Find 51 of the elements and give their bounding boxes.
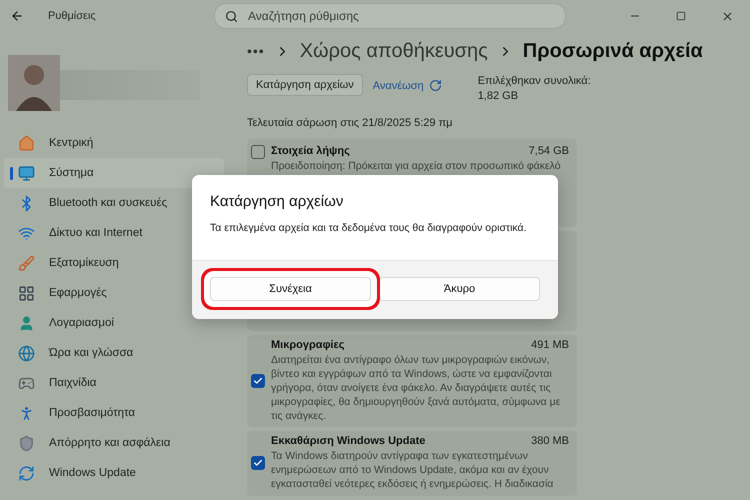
home-icon <box>18 134 35 152</box>
checkbox[interactable] <box>251 374 265 388</box>
apps-icon <box>18 284 35 302</box>
sidebar-item[interactable]: Παιχνίδια <box>4 368 224 398</box>
search-icon <box>225 10 238 22</box>
breadcrumb-item: Προσωρινά αρχεία <box>522 40 703 62</box>
check-icon <box>253 458 263 468</box>
category-description: Τα Windows διατηρούν αντίγραφα των εγκατεστημένων ενημερώσεων από το Windows Update, ακόμα και αν έχουν εγκατασταθεί νεότερες εκδόσεις ή ενημερώσεις. Η διαδικασία <box>271 449 554 492</box>
sidebar-item[interactable]: Κεντρική <box>4 128 224 158</box>
dialog-message: Τα επιλεγμένα αρχεία και τα δεδομένα τους θα διαγραφούν οριστικά. <box>210 222 528 234</box>
dialog-button[interactable]: Άκυρο <box>379 277 540 301</box>
category-size: 491 MB <box>531 338 569 351</box>
sidebar-item[interactable]: Προσβασιμότητα <box>4 398 224 428</box>
more-breadcrumb[interactable]: ••• <box>247 43 265 59</box>
back-icon[interactable] <box>10 9 24 23</box>
dialog-title: Κατάργηση αρχείων <box>210 193 344 210</box>
shield-icon <box>18 434 35 452</box>
total-label: Επιλέχθηκαν συνολικά: <box>478 74 591 89</box>
category-name: Εκκαθάριση Windows Update <box>271 435 426 448</box>
remove-files-button[interactable]: Κατάργηση αρχείων <box>247 74 363 96</box>
sidebar-item[interactable]: Σύστημα <box>4 158 224 188</box>
brush-icon <box>18 254 35 272</box>
sidebar-item[interactable]: Windows Update <box>4 458 224 488</box>
sidebar-item[interactable]: Εξατομίκευση <box>4 248 224 278</box>
sidebar-item[interactable]: Απόρρητο και ασφάλεια <box>4 428 224 458</box>
refresh-icon <box>428 79 442 92</box>
checkbox[interactable] <box>251 145 265 159</box>
search-field[interactable]: Αναζήτηση ρύθμισης <box>246 8 555 24</box>
last-scan-text: Τελευταία σάρωση στις 21/8/2025 5:29 πμ <box>247 117 454 129</box>
category-size: 380 MB <box>531 435 569 448</box>
sidebar-item[interactable]: Ώρα και γλώσσα <box>4 338 224 368</box>
avatar <box>8 55 60 111</box>
category-name: Μικρογραφίες <box>271 338 344 351</box>
close-icon <box>720 10 734 22</box>
refresh-link[interactable]: Ανανέωση <box>372 79 442 92</box>
total-value: 1,82 GB <box>478 89 520 104</box>
sync-icon <box>18 464 35 482</box>
category-description: Προειδοποίηση: Πρόκειται για αρχεία στον προσωπικό φάκελό <box>271 159 562 173</box>
person-icon <box>18 314 35 332</box>
window-title: Ρυθμίσεις <box>48 10 97 22</box>
breadcrumb-item[interactable]: Χώρος αποθήκευσης <box>300 40 488 62</box>
check-icon <box>253 376 263 386</box>
category-name: Στοιχεία λήψης <box>271 145 350 157</box>
search-box[interactable]: Αναζήτηση ρύθμισης <box>214 3 566 29</box>
checkbox[interactable] <box>251 456 265 470</box>
category-description: Διατηρείται ένα αντίγραφο όλων των μικρογραφιών εικόνων, βίντεο και εγγράφων από τα Windows, ώστε να εμφανίζονται γρήγορα, όταν ανοίγετε ένα φάκελο. Αν διαγράψετε αυτές τις μικρογραφίες, θα δημιουργηθούν ξανά αυτόματα, σύμφωνα με τις ανάγκες. <box>271 352 562 423</box>
maximize-icon <box>676 11 686 21</box>
monitor-icon <box>18 164 35 182</box>
sidebar-item[interactable]: Λογαριασμοί <box>4 308 224 338</box>
category-size: 7,54 GB <box>528 145 569 157</box>
globe-icon <box>18 344 35 362</box>
